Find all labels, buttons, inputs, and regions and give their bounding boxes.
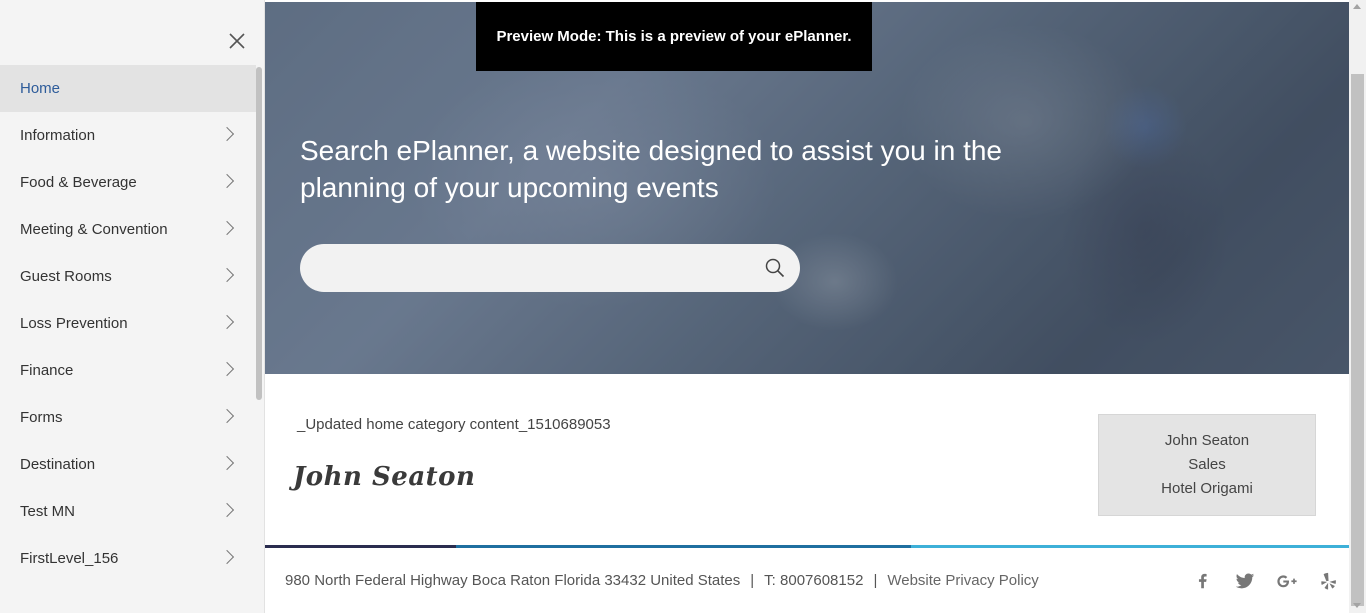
sidebar-item-label: Home — [20, 80, 61, 97]
sidebar-item-label: Destination — [20, 456, 96, 473]
chevron-right-icon[interactable] — [219, 126, 235, 141]
sidebar-item-finance[interactable]: Finance — [0, 347, 256, 394]
sidebar-item-test-mn[interactable]: Test MN — [0, 488, 256, 535]
signature: John Seaton — [293, 462, 476, 492]
chevron-right-icon[interactable] — [219, 408, 235, 423]
sidebar-item-label: Forms — [20, 409, 63, 426]
sidebar-menu: Home Information Food & Beverage Meeting… — [0, 65, 256, 582]
sidebar-item-meeting-convention[interactable]: Meeting & Convention — [0, 206, 256, 253]
sidebar-item-label: FirstLevel_156 — [20, 550, 119, 567]
sidebar-item-label: Test MN — [20, 503, 76, 520]
chevron-right-icon[interactable] — [219, 549, 235, 564]
chevron-right-icon[interactable] — [219, 455, 235, 470]
twitter-icon[interactable] — [1235, 570, 1255, 592]
scroll-up-arrow-icon[interactable] — [1353, 4, 1361, 9]
hero-title: Search ePlanner, a website designed to a… — [300, 135, 1002, 203]
sidebar-item-label: Food & Beverage — [20, 174, 137, 191]
search-box — [300, 244, 800, 292]
sidebar-item-loss-prevention[interactable]: Loss Prevention — [0, 300, 256, 347]
preview-mode-banner: Preview Mode: This is a preview of your … — [476, 2, 872, 71]
sidebar-scrollbar[interactable] — [256, 67, 262, 400]
sidebar-item-label: Finance — [20, 362, 74, 379]
chevron-right-icon[interactable] — [219, 502, 235, 517]
chevron-right-icon[interactable] — [219, 267, 235, 282]
search-input[interactable] — [318, 254, 738, 282]
yelp-icon[interactable] — [1319, 570, 1339, 592]
chevron-right-icon[interactable] — [219, 220, 235, 235]
facebook-icon[interactable] — [1193, 570, 1213, 592]
search-icon[interactable] — [765, 258, 785, 278]
footer-separator: | — [873, 572, 878, 589]
sidebar-item-firstlevel-156[interactable]: FirstLevel_156 — [0, 535, 256, 582]
sidebar-item-information[interactable]: Information — [0, 112, 256, 159]
sidebar-item-forms[interactable]: Forms — [0, 394, 256, 441]
footer-divider — [265, 545, 1349, 548]
sidebar-item-home[interactable]: Home — [0, 65, 256, 112]
page-scrollbar-thumb[interactable] — [1351, 74, 1364, 606]
google-plus-icon[interactable] — [1277, 570, 1297, 592]
hero-banner: Preview Mode: This is a preview of your … — [265, 2, 1349, 374]
close-icon[interactable] — [226, 30, 248, 52]
sidebar-item-label: Guest Rooms — [20, 268, 112, 285]
privacy-policy-link[interactable]: Website Privacy Policy — [887, 572, 1038, 589]
contact-name: John Seaton — [1164, 432, 1250, 449]
social-links — [1193, 570, 1339, 592]
chevron-right-icon[interactable] — [219, 361, 235, 376]
footer-info: 980 North Federal Highway Boca Raton Flo… — [285, 572, 1039, 589]
contact-card: John Seaton Sales Hotel Origami — [1098, 414, 1316, 516]
sidebar-item-guest-rooms[interactable]: Guest Rooms — [0, 253, 256, 300]
sidebar: Home Information Food & Beverage Meeting… — [0, 0, 265, 613]
contact-company: Hotel Origami — [1161, 480, 1253, 497]
scroll-down-arrow-icon[interactable] — [1353, 603, 1361, 608]
page-scrollbar[interactable] — [1349, 0, 1366, 613]
sidebar-item-destination[interactable]: Destination — [0, 441, 256, 488]
sidebar-item-label: Meeting & Convention — [20, 221, 168, 238]
footer-address: 980 North Federal Highway Boca Raton Flo… — [285, 572, 741, 589]
sidebar-item-label: Loss Prevention — [20, 315, 128, 332]
sidebar-item-food-beverage[interactable]: Food & Beverage — [0, 159, 256, 206]
main-content: Preview Mode: This is a preview of your … — [265, 0, 1349, 613]
footer-separator: | — [750, 572, 755, 589]
contact-title: Sales — [1188, 456, 1226, 473]
footer-phone: T: 8007608152 — [764, 572, 864, 589]
chevron-right-icon[interactable] — [219, 314, 235, 329]
chevron-right-icon[interactable] — [219, 173, 235, 188]
home-content-text: _Updated home category content_151068905… — [297, 416, 611, 433]
sidebar-item-label: Information — [20, 127, 96, 144]
